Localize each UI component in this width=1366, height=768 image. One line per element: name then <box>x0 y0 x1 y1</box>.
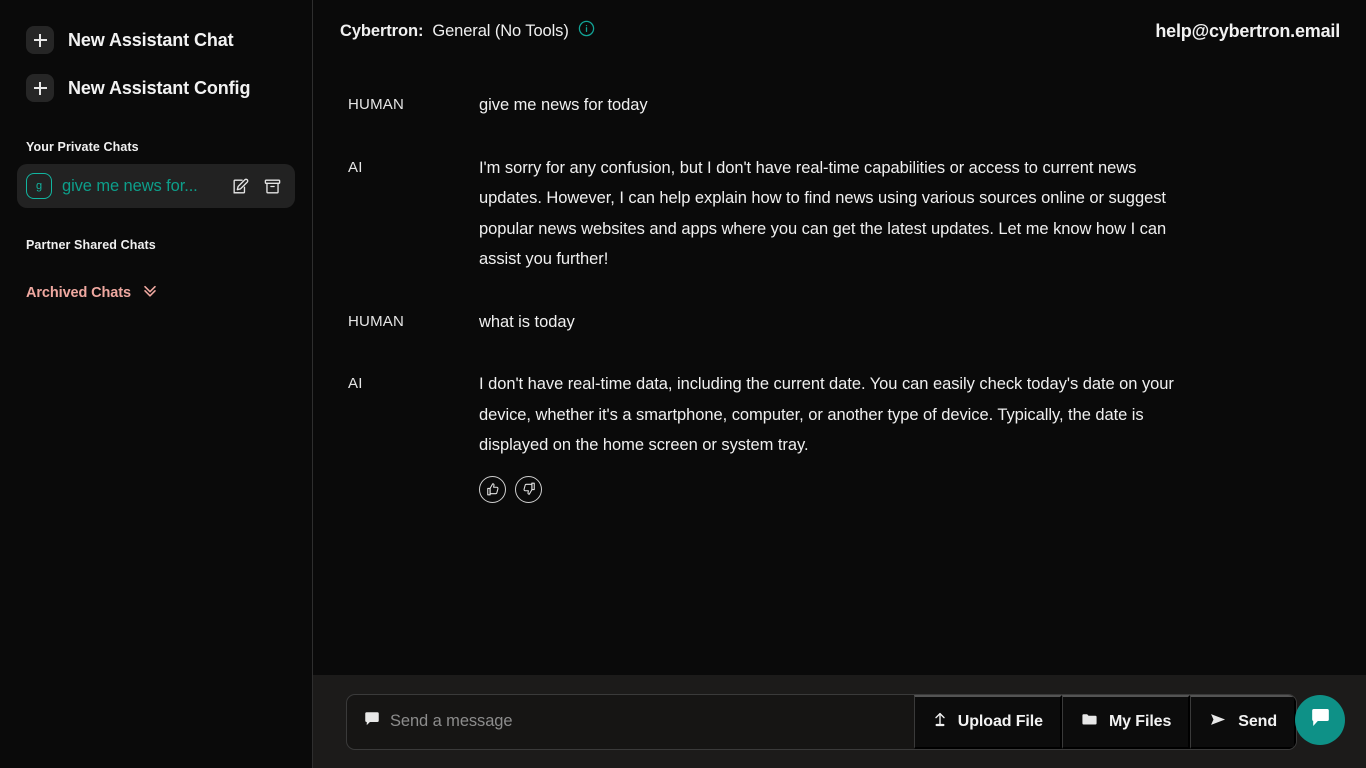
sidebar-chat-item[interactable]: g give me news for... <box>17 164 295 208</box>
edit-pencil-icon[interactable] <box>229 175 251 197</box>
send-button[interactable]: Send <box>1190 694 1296 749</box>
chat-bubble-icon <box>363 710 381 733</box>
message-role: AI <box>348 375 363 392</box>
message-role: HUMAN <box>348 312 404 330</box>
message-feedback <box>479 475 1182 503</box>
sidebar-chat-title: give me news for... <box>62 176 198 195</box>
brand-label: Cybertron: <box>340 21 424 40</box>
chat-widget-button[interactable] <box>1295 695 1345 745</box>
send-label: Send <box>1238 712 1277 730</box>
message-list: HUMAN give me news for today AI I'm sorr… <box>313 62 1366 675</box>
plus-icon <box>26 26 54 54</box>
upload-file-label: Upload File <box>957 712 1043 730</box>
thumbs-up-icon[interactable] <box>479 475 506 503</box>
plus-icon <box>26 74 54 102</box>
avatar: g <box>26 173 52 199</box>
message-row: AI I don't have real-time data, includin… <box>313 369 1366 503</box>
thumbs-down-icon[interactable] <box>515 475 542 503</box>
partner-chats-section-label: Partner Shared Chats <box>26 238 156 252</box>
message-input[interactable] <box>390 712 900 731</box>
upload-icon <box>932 710 948 733</box>
new-assistant-chat-button[interactable]: New Assistant Chat <box>0 20 312 60</box>
composer-region: Upload File My Files <box>313 675 1366 768</box>
new-assistant-config-button[interactable]: New Assistant Config <box>0 68 312 108</box>
message-content: I don't have real-time data, including t… <box>479 369 1182 503</box>
top-bar: Cybertron: General (No Tools) help@cyber… <box>313 0 1366 62</box>
upload-file-button[interactable]: Upload File <box>913 694 1062 749</box>
message-text: I don't have real-time data, including t… <box>479 375 1174 454</box>
my-files-label: My Files <box>1108 712 1172 730</box>
message-role: AI <box>348 158 363 176</box>
chat-bubble-filled-icon <box>1308 705 1333 735</box>
message-row: HUMAN what is today <box>313 307 1366 338</box>
chat-region: Cybertron: General (No Tools) help@cyber… <box>313 0 1366 675</box>
message-text: give me news for today <box>479 96 648 114</box>
message-input-wrapper[interactable] <box>347 695 914 749</box>
chevron-double-down-icon <box>140 280 160 305</box>
archive-box-icon[interactable] <box>261 175 283 197</box>
app-root: New Assistant Chat New Assistant Config … <box>0 0 1366 768</box>
message-row: AI I'm sorry for any confusion, but I do… <box>313 153 1366 275</box>
message-row: HUMAN give me news for today <box>313 90 1366 121</box>
account-email: help@cybertron.email <box>1155 20 1340 41</box>
folder-icon <box>1080 711 1099 733</box>
my-files-button[interactable]: My Files <box>1061 694 1191 749</box>
message-text: what is today <box>479 312 575 331</box>
message-role: HUMAN <box>348 96 404 113</box>
sidebar: New Assistant Chat New Assistant Config … <box>0 0 313 768</box>
info-circle-icon[interactable] <box>578 20 595 42</box>
assistant-mode-label: General (No Tools) <box>432 21 569 40</box>
assistant-title: Cybertron: General (No Tools) <box>340 20 595 42</box>
archived-chats-label: Archived Chats <box>26 284 131 301</box>
paper-plane-icon <box>1208 711 1228 733</box>
composer: Upload File My Files <box>346 693 1297 750</box>
private-chats-section-label: Your Private Chats <box>26 140 139 154</box>
main-panel: Cybertron: General (No Tools) help@cyber… <box>313 0 1366 768</box>
message-text: I'm sorry for any confusion, but I don't… <box>479 158 1167 269</box>
new-assistant-chat-label: New Assistant Chat <box>68 29 234 50</box>
archived-chats-toggle[interactable]: Archived Chats <box>0 280 312 305</box>
new-assistant-config-label: New Assistant Config <box>68 77 251 98</box>
